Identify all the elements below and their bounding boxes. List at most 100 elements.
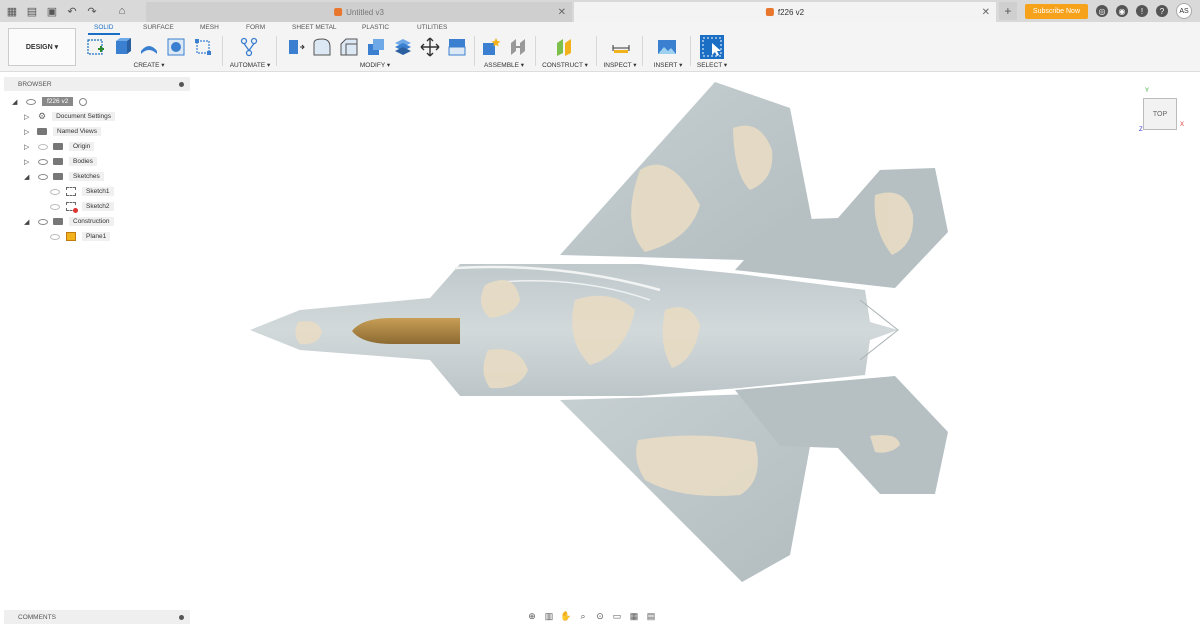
- document-tab-untitled[interactable]: Untitled v3 ✕: [146, 2, 572, 22]
- save-icon[interactable]: ▣: [44, 3, 60, 19]
- tree-item-document-settings[interactable]: ▷ ⚙ Document Settings: [24, 109, 115, 124]
- orbit-icon[interactable]: ⊕: [526, 611, 538, 621]
- folder-icon: [37, 128, 47, 135]
- revolve-icon[interactable]: [139, 37, 159, 57]
- select-icon[interactable]: [700, 35, 724, 59]
- pan-icon[interactable]: ✋: [560, 611, 572, 621]
- automate-group-label[interactable]: AUTOMATE ▾: [230, 61, 271, 69]
- root-component-label: f226 v2: [42, 97, 74, 106]
- tab-utilities[interactable]: UTILITIES: [417, 24, 447, 31]
- help-icon[interactable]: ?: [1156, 5, 1168, 17]
- chamfer-icon[interactable]: [339, 37, 359, 57]
- expand-icon[interactable]: ▷: [24, 158, 32, 166]
- grid-menu-icon[interactable]: ▦: [4, 3, 20, 19]
- subscribe-button[interactable]: Subscribe Now: [1024, 3, 1088, 19]
- create-group-label[interactable]: CREATE ▾: [134, 61, 165, 69]
- tab-solid[interactable]: SOLID: [94, 24, 114, 31]
- zoom-window-icon[interactable]: ⊙: [594, 611, 606, 621]
- visibility-icon[interactable]: [50, 188, 60, 195]
- move-icon[interactable]: [420, 37, 440, 57]
- tab-plastic[interactable]: PLASTIC: [362, 24, 389, 31]
- joint-icon[interactable]: [508, 37, 528, 57]
- tab-mesh[interactable]: MESH: [200, 24, 219, 31]
- shell-icon[interactable]: [366, 37, 386, 57]
- document-tab-f226[interactable]: f226 v2 ✕: [574, 2, 996, 22]
- file-icon[interactable]: ▤: [24, 3, 40, 19]
- redo-icon[interactable]: ↷: [84, 3, 100, 19]
- visibility-icon[interactable]: [26, 98, 36, 105]
- insert-group-label[interactable]: INSERT ▾: [654, 61, 683, 69]
- offset-plane-icon[interactable]: [555, 37, 575, 57]
- look-at-icon[interactable]: ▥: [543, 611, 555, 621]
- create-sketch-icon[interactable]: [86, 37, 106, 57]
- workspace-switcher[interactable]: DESIGN ▾: [8, 28, 76, 66]
- tree-item-named-views[interactable]: ▷ Named Views: [24, 124, 101, 139]
- collapse-icon[interactable]: ◢: [24, 173, 32, 181]
- expand-icon[interactable]: ▷: [24, 143, 32, 151]
- visibility-icon[interactable]: [38, 158, 48, 165]
- display-settings-icon[interactable]: ▭: [611, 611, 623, 621]
- visibility-icon[interactable]: [50, 233, 60, 240]
- construct-group-label[interactable]: CONSTRUCT ▾: [542, 61, 588, 69]
- collapse-icon[interactable]: ◢: [12, 98, 20, 106]
- tree-item-sketches[interactable]: ◢ Sketches: [24, 169, 104, 184]
- plane-icon: [66, 232, 76, 241]
- combine-icon[interactable]: [393, 37, 413, 57]
- grid-settings-icon[interactable]: ▦: [628, 611, 640, 621]
- home-icon[interactable]: ⌂: [114, 3, 130, 19]
- close-icon[interactable]: ✕: [982, 7, 990, 18]
- press-pull-icon[interactable]: [285, 37, 305, 57]
- tree-item-bodies[interactable]: ▷ Bodies: [24, 154, 97, 169]
- inspect-group-label[interactable]: INSPECT ▾: [603, 61, 636, 69]
- assemble-group-label[interactable]: ASSEMBLE ▾: [484, 61, 524, 69]
- comments-panel[interactable]: COMMENTS: [4, 610, 190, 624]
- tab-sheet-metal[interactable]: SHEET METAL: [292, 24, 337, 31]
- zoom-icon[interactable]: ⌕: [577, 611, 589, 621]
- notifications-icon[interactable]: !: [1136, 5, 1148, 17]
- add-comment-icon[interactable]: [179, 614, 184, 620]
- insert-image-icon[interactable]: [657, 37, 677, 57]
- visibility-icon[interactable]: [38, 143, 48, 150]
- undo-icon[interactable]: ↶: [64, 3, 80, 19]
- expand-icon[interactable]: ▷: [24, 113, 32, 121]
- sphere-icon[interactable]: [166, 37, 186, 57]
- tab-form[interactable]: FORM: [246, 24, 265, 31]
- folder-icon: [53, 218, 63, 225]
- modify-group-label[interactable]: MODIFY ▾: [360, 61, 390, 69]
- tree-item-plane1[interactable]: Plane1: [44, 229, 111, 244]
- extrude-icon[interactable]: [112, 37, 132, 57]
- job-status-icon[interactable]: ◉: [1116, 5, 1128, 17]
- model-viewport[interactable]: [192, 74, 1200, 606]
- toolbar-divider: [222, 36, 223, 66]
- close-icon[interactable]: ✕: [558, 7, 566, 18]
- collapse-icon[interactable]: ◢: [24, 218, 32, 226]
- automate-icon[interactable]: [239, 37, 259, 57]
- visibility-icon[interactable]: [50, 203, 60, 210]
- new-tab-icon[interactable]: +: [998, 2, 1017, 20]
- select-group-label[interactable]: SELECT ▾: [697, 61, 727, 69]
- tree-item-sketch1[interactable]: Sketch1: [44, 184, 114, 199]
- pin-icon[interactable]: [179, 81, 184, 87]
- viewports-icon[interactable]: ▤: [645, 611, 657, 621]
- expand-icon[interactable]: ▷: [24, 128, 32, 136]
- new-component-icon[interactable]: [481, 37, 501, 57]
- avatar[interactable]: AS: [1176, 3, 1192, 19]
- tree-item-origin[interactable]: ▷ Origin: [24, 139, 95, 154]
- tree-item-construction[interactable]: ◢ Construction: [24, 214, 114, 229]
- sketch-rectangle-icon[interactable]: [193, 37, 213, 57]
- visibility-icon[interactable]: [38, 218, 48, 225]
- browser-header[interactable]: BROWSER: [4, 77, 190, 91]
- browser-root[interactable]: ◢ f226 v2: [12, 94, 88, 109]
- tree-item-sketch2[interactable]: Sketch2: [44, 199, 114, 214]
- visibility-icon[interactable]: [38, 173, 48, 180]
- extensions-icon[interactable]: ◎: [1096, 5, 1108, 17]
- fillet-icon[interactable]: [312, 37, 332, 57]
- comments-label: COMMENTS: [18, 613, 56, 621]
- align-icon[interactable]: [447, 37, 467, 57]
- tab-label: Untitled v3: [346, 7, 384, 17]
- activate-icon[interactable]: [79, 97, 88, 106]
- view-cube[interactable]: TOP: [1143, 98, 1177, 130]
- tab-surface[interactable]: SURFACE: [143, 24, 174, 31]
- measure-icon[interactable]: [611, 37, 631, 57]
- f226-aircraft-model[interactable]: [250, 82, 948, 582]
